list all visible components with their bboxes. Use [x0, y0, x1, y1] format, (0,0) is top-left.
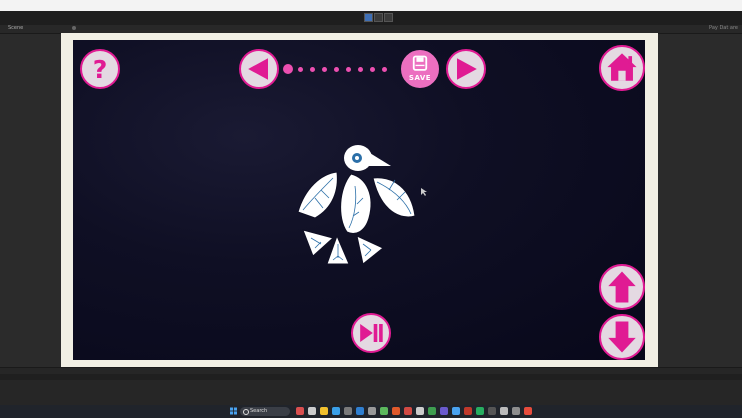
- taskbar-app-icon[interactable]: [332, 407, 340, 415]
- move-down-button[interactable]: [599, 314, 645, 360]
- progress-dot: [310, 67, 315, 72]
- progress-dot: [298, 67, 303, 72]
- mouse-cursor-icon: [421, 188, 427, 196]
- taskbar-app-icon[interactable]: [320, 407, 328, 415]
- taskbar-app-icon[interactable]: [416, 407, 424, 415]
- bird-left-foot-piece: [302, 229, 335, 257]
- progress-dot: [334, 67, 339, 72]
- next-button[interactable]: [446, 49, 486, 89]
- taskbar-app-icon[interactable]: [500, 407, 508, 415]
- editor-toolbar: [0, 11, 742, 25]
- editor-pause-button[interactable]: [374, 13, 383, 22]
- home-button[interactable]: [599, 45, 645, 91]
- progress-dot: [382, 67, 387, 72]
- bird-right-wing-piece: [372, 177, 416, 218]
- editor-bottom-strip: [0, 374, 742, 380]
- taskbar-app-icon[interactable]: [344, 407, 352, 415]
- question-mark-icon: ?: [93, 55, 108, 84]
- taskbar-app-icon[interactable]: [368, 407, 376, 415]
- progress-dot: [370, 67, 375, 72]
- save-button[interactable]: SAVE: [401, 50, 439, 88]
- taskbar-app-icon[interactable]: [404, 407, 412, 415]
- windows-start-icon[interactable]: [230, 407, 237, 415]
- taskbar-app-icon[interactable]: [524, 407, 532, 415]
- arrow-right-icon: [457, 58, 477, 80]
- taskbar-app-icon[interactable]: [308, 407, 316, 415]
- taskbar-app-icon[interactable]: [428, 407, 436, 415]
- progress-dot-current: [283, 64, 293, 74]
- search-icon: [243, 409, 249, 415]
- progress-dot: [322, 67, 327, 72]
- play-pause-icon: [360, 324, 383, 342]
- game-canvas: ? SAVE: [73, 40, 645, 360]
- bird-tangram-figure: [297, 145, 416, 265]
- help-button[interactable]: ?: [80, 49, 120, 89]
- arrow-left-icon: [248, 58, 268, 80]
- arrow-up-icon: [608, 271, 636, 303]
- bird-body-piece: [340, 173, 372, 234]
- taskbar-search[interactable]: Search: [240, 407, 290, 416]
- os-title-bar: [0, 0, 742, 11]
- os-taskbar: Search: [0, 405, 742, 418]
- editor-step-button[interactable]: [384, 13, 393, 22]
- progress-dot: [358, 67, 363, 72]
- bird-head-piece: [344, 145, 391, 171]
- taskbar-search-placeholder: Search: [250, 408, 268, 414]
- taskbar-app-icon[interactable]: [464, 407, 472, 415]
- tab-right-label[interactable]: Pay Dat are: [709, 25, 738, 31]
- play-pause-button[interactable]: [351, 313, 391, 353]
- taskbar-app-icon[interactable]: [488, 407, 496, 415]
- taskbar-app-icon[interactable]: [296, 407, 304, 415]
- editor-play-controls: [364, 13, 393, 22]
- move-up-button[interactable]: [599, 264, 645, 310]
- progress-dot: [346, 67, 351, 72]
- bird-left-wing-piece: [297, 171, 338, 219]
- previous-button[interactable]: [239, 49, 279, 89]
- game-view-frame: ? SAVE: [61, 33, 658, 367]
- taskbar-app-icon[interactable]: [512, 407, 520, 415]
- editor-bottom-panel: [0, 367, 742, 406]
- svg-text:?: ?: [93, 55, 108, 84]
- save-label: SAVE: [408, 74, 432, 82]
- taskbar-app-icon[interactable]: [380, 407, 388, 415]
- home-icon: [607, 53, 637, 81]
- taskbar-app-icon[interactable]: [440, 407, 448, 415]
- bird-right-foot-piece: [356, 235, 384, 265]
- taskbar-app-icon[interactable]: [476, 407, 484, 415]
- taskbar-app-icon[interactable]: [452, 407, 460, 415]
- taskbar-app-icon[interactable]: [356, 407, 364, 415]
- tab-scene[interactable]: Scene: [8, 25, 23, 31]
- taskbar-app-icon[interactable]: [392, 407, 400, 415]
- arrow-down-icon: [608, 321, 636, 353]
- tab-menu-icon[interactable]: [72, 26, 76, 30]
- editor-play-button[interactable]: [364, 13, 373, 22]
